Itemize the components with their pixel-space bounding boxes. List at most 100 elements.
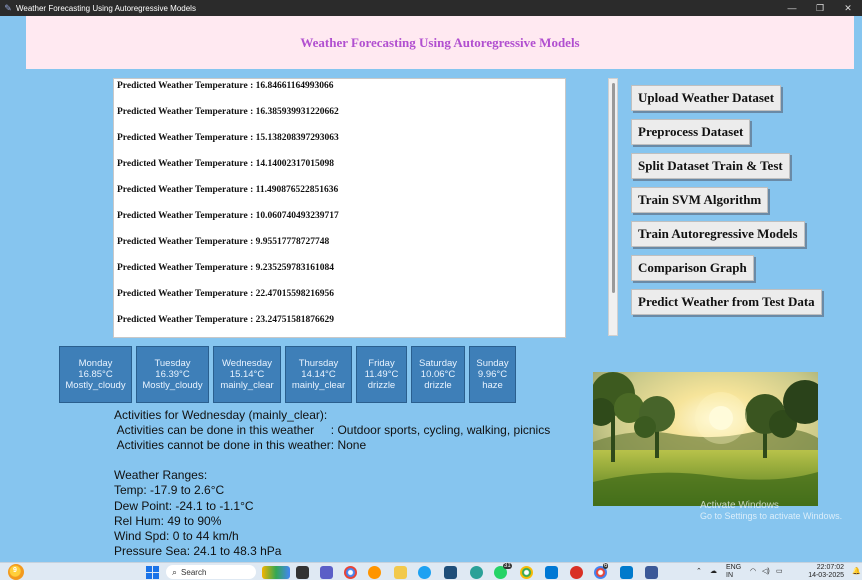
language-indicator[interactable]: ENG IN xyxy=(726,564,741,580)
task-view-icon[interactable] xyxy=(296,566,309,579)
prediction-line: Predicted Weather Temperature : 11.49087… xyxy=(117,185,339,195)
forecast-temp: 10.06°C xyxy=(420,369,456,380)
taskbar-search-box[interactable]: ⌕ Search xyxy=(166,565,256,579)
range-dew-point: Dew Point: -24.1 to -1.1°C xyxy=(114,498,254,513)
onedrive-icon[interactable]: ☁ xyxy=(710,567,717,575)
chrome-profile-icon[interactable] xyxy=(520,566,533,579)
range-temp: Temp: -17.9 to 2.6°C xyxy=(114,483,225,498)
weather-widget-badge: 9 xyxy=(13,567,17,574)
notification-bell-icon[interactable]: 🔔 xyxy=(852,567,861,575)
forecast-card-friday[interactable]: Friday 11.49°C drizzle xyxy=(356,346,407,403)
vscode-icon[interactable] xyxy=(620,566,633,579)
wifi-icon[interactable]: ◠ xyxy=(750,567,756,575)
chevron-up-icon[interactable]: ⌃ xyxy=(696,567,702,575)
forecast-temp: 9.96°C xyxy=(477,369,508,380)
range-humidity: Rel Hum: 49 to 90% xyxy=(114,513,222,528)
activities-cannot-do: Activities cannot be done in this weathe… xyxy=(114,438,367,452)
preprocess-dataset-button[interactable]: Preprocess Dataset xyxy=(631,119,751,145)
python-app-icon[interactable] xyxy=(645,566,658,579)
weather-ranges-panel: Weather Ranges: Temp: -17.9 to 2.6°C Dew P… xyxy=(114,468,281,560)
range-wind: Wind Spd: 0 to 44 km/h xyxy=(114,529,239,544)
prediction-output-text[interactable]: Predicted Weather Temperature : 16.84661… xyxy=(113,78,566,338)
train-autoregressive-button[interactable]: Train Autoregressive Models xyxy=(631,221,805,247)
forecast-condition: mainly_clear xyxy=(291,380,346,391)
landscape-illustration xyxy=(593,372,818,506)
watermark-title: Activate Windows xyxy=(700,500,779,511)
forecast-card-sunday[interactable]: Sunday 9.96°C haze xyxy=(469,346,516,403)
activities-panel: Activities for Wednesday (mainly_clear):… xyxy=(114,408,550,453)
scrollbar-thumb[interactable] xyxy=(612,83,615,293)
forecast-card-saturday[interactable]: Saturday 10.06°C drizzle xyxy=(411,346,465,403)
region-code: IN xyxy=(726,572,733,579)
window-controls: — ❐ ✕ xyxy=(778,0,862,16)
page-title: Weather Forecasting Using Autoregressive… xyxy=(300,34,580,50)
upload-dataset-button[interactable]: Upload Weather Dataset xyxy=(631,85,782,111)
minimize-icon[interactable]: — xyxy=(778,0,806,16)
store-icon[interactable] xyxy=(444,566,457,579)
range-pressure: Pressure Sea: 24.1 to 48.3 hPa xyxy=(114,544,282,559)
activities-can-do: Activities can be done in this weather :… xyxy=(114,423,551,437)
prediction-line: Predicted Weather Temperature : 16.84661… xyxy=(117,81,334,91)
chrome-badge: 6 xyxy=(603,563,609,569)
split-dataset-button[interactable]: Split Dataset Train & Test xyxy=(631,153,790,179)
prediction-line: Predicted Weather Temperature : 15.13820… xyxy=(117,133,339,143)
forecast-card-wednesday[interactable]: Wednesday 15.14°C mainly_clear xyxy=(213,346,281,403)
forecast-condition: Mostly_cloudy xyxy=(65,380,126,391)
forecast-day: Monday xyxy=(78,358,113,369)
battery-icon[interactable]: ▭ xyxy=(776,567,783,575)
app-icon[interactable] xyxy=(470,566,483,579)
weather-landscape-image xyxy=(593,372,818,506)
forecast-condition: drizzle xyxy=(424,380,452,391)
forecast-temp: 16.85°C xyxy=(78,369,113,380)
train-svm-button[interactable]: Train SVM Algorithm xyxy=(631,187,769,213)
start-button-icon[interactable] xyxy=(146,566,159,579)
app-feather-icon: ✎ xyxy=(4,3,12,13)
teams-icon[interactable] xyxy=(320,566,333,579)
output-scrollbar[interactable] xyxy=(608,78,618,336)
search-placeholder: Search xyxy=(181,568,207,577)
activate-windows-watermark: Activate Windows Go to Settings to activ… xyxy=(700,500,850,522)
file-explorer-icon[interactable] xyxy=(394,566,407,579)
lang-code: ENG xyxy=(726,564,742,571)
wps-icon[interactable] xyxy=(570,566,583,579)
edge-icon[interactable] xyxy=(418,566,431,579)
forecast-day: Tuesday xyxy=(154,358,191,369)
firefox-icon[interactable] xyxy=(368,566,381,579)
forecast-condition: drizzle xyxy=(367,380,396,391)
forecast-day: Thursday xyxy=(298,358,339,369)
taskbar-clock[interactable]: 22:07:02 14-03-2025 xyxy=(808,564,844,580)
activities-heading: Activities for Wednesday (mainly_clear): xyxy=(114,408,328,422)
volume-icon[interactable]: ◁) xyxy=(762,567,770,575)
clock-date: 14-03-2025 xyxy=(808,572,844,579)
forecast-card-monday[interactable]: Monday 16.85°C Mostly_cloudy xyxy=(59,346,132,403)
predict-weather-button[interactable]: Predict Weather from Test Data xyxy=(631,289,822,315)
comparison-graph-button[interactable]: Comparison Graph xyxy=(631,255,754,281)
widgets-icon[interactable] xyxy=(262,566,290,579)
title-bar: ✎ Weather Forecasting Using Autoregressi… xyxy=(0,0,862,16)
prediction-line: Predicted Weather Temperature : 16.38593… xyxy=(117,107,339,117)
window-title: Weather Forecasting Using Autoregressive… xyxy=(16,3,196,13)
forecast-card-thursday[interactable]: Thursday 14.14°C mainly_clear xyxy=(285,346,352,403)
forecast-card-tuesday[interactable]: Tuesday 16.39°C Mostly_cloudy xyxy=(136,346,209,403)
taskbar: 9 ⌕ Search 31 6 ⌃ ☁ ENG IN ◠ ◁) ▭ 🔔 22:07:… xyxy=(0,562,862,580)
prediction-line: Predicted Weather Temperature : 9.955177… xyxy=(117,237,330,247)
clock-time: 22:07:02 xyxy=(816,564,844,571)
maximize-icon[interactable]: ❐ xyxy=(806,0,834,16)
close-icon[interactable]: ✕ xyxy=(834,0,862,16)
forecast-day: Sunday xyxy=(476,358,509,369)
forecast-condition: Mostly_cloudy xyxy=(142,380,203,391)
search-icon: ⌕ xyxy=(172,567,178,577)
prediction-line: Predicted Weather Temperature : 10.06074… xyxy=(117,211,339,221)
forecast-condition: mainly_clear xyxy=(220,380,274,391)
prediction-line: Predicted Weather Temperature : 9.235259… xyxy=(117,263,334,273)
forecast-day: Saturday xyxy=(418,358,458,369)
forecast-temp: 14.14°C xyxy=(301,369,336,380)
prediction-line: Predicted Weather Temperature : 23.24751… xyxy=(117,315,334,325)
forecast-temp: 15.14°C xyxy=(229,369,265,380)
prediction-line: Predicted Weather Temperature : 14.14002… xyxy=(117,159,334,169)
chrome-icon[interactable] xyxy=(344,566,357,579)
forecast-condition: haze xyxy=(482,380,503,391)
forecast-day: Wednesday xyxy=(222,358,272,369)
forecast-temp: 16.39°C xyxy=(155,369,190,380)
notepad-icon[interactable] xyxy=(545,566,558,579)
